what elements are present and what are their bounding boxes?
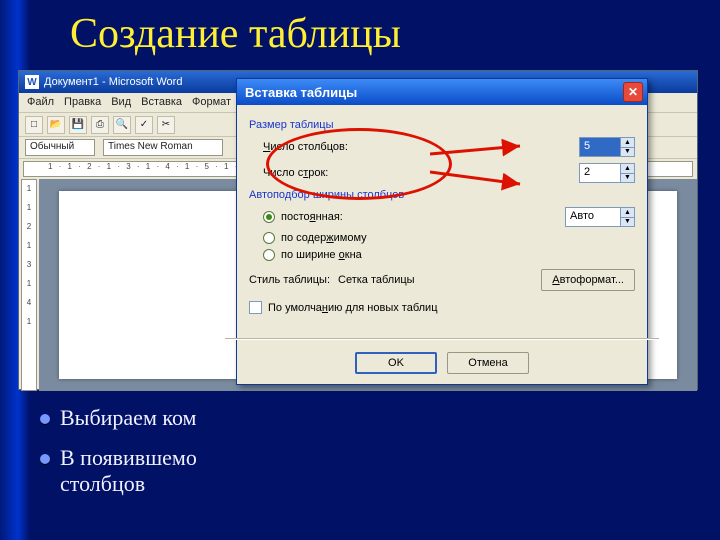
rows-label: Число строк: [263, 167, 579, 179]
radio-content-label: по содержимому [281, 232, 367, 244]
open-icon[interactable]: 📂 [47, 116, 65, 134]
bullet-item: Выбираем ком [40, 405, 197, 431]
bullet-dot-icon [40, 454, 50, 464]
print-icon[interactable]: ⎙ [91, 116, 109, 134]
radio-content[interactable] [263, 232, 275, 244]
table-style-label: Стиль таблицы: [249, 274, 330, 286]
menu-format[interactable]: Формат [192, 96, 231, 109]
cols-spinner[interactable]: 5 ▲▼ [579, 137, 635, 157]
cancel-button[interactable]: Отмена [447, 352, 529, 374]
close-icon[interactable]: ✕ [623, 82, 643, 102]
bullet-text: Выбираем ком [60, 405, 196, 431]
font-combo[interactable]: Times New Roman [103, 139, 223, 156]
dialog-title-text: Вставка таблицы [245, 85, 357, 100]
spell-icon[interactable]: ✓ [135, 116, 153, 134]
preview-icon[interactable]: 🔍 [113, 116, 131, 134]
table-style-value: Сетка таблицы [338, 274, 415, 286]
fixed-width-spinner[interactable]: Авто ▲▼ [565, 207, 635, 227]
ok-button[interactable]: OK [355, 352, 437, 374]
save-icon[interactable]: 💾 [69, 116, 87, 134]
menu-edit[interactable]: Правка [64, 96, 101, 109]
default-checkbox[interactable] [249, 301, 262, 314]
chevron-down-icon[interactable]: ▼ [620, 174, 634, 183]
radio-fixed-label: постоянная: [281, 211, 559, 223]
radio-window[interactable] [263, 249, 275, 261]
fixed-width-value[interactable]: Авто [566, 208, 620, 226]
autoformat-button[interactable]: Автоформат... [541, 269, 635, 291]
cols-value[interactable]: 5 [580, 138, 620, 156]
default-checkbox-label: По умолчанию для новых таблиц [268, 302, 438, 314]
rows-spinner[interactable]: 2 ▲▼ [579, 163, 635, 183]
bullet-text: В появившемо столбцов [60, 445, 197, 497]
menu-insert[interactable]: Вставка [141, 96, 182, 109]
chevron-down-icon[interactable]: ▼ [620, 148, 634, 157]
dialog-separator [225, 338, 659, 340]
cols-label: Число столбцов: [263, 141, 579, 153]
radio-fixed[interactable] [263, 211, 275, 223]
ruler-vertical: 11 21 31 41 [21, 179, 37, 391]
chevron-down-icon[interactable]: ▼ [620, 218, 634, 227]
group-autofit-label: Автоподбор ширины столбцов [249, 189, 635, 201]
word-title-text: Документ1 - Microsoft Word [44, 76, 182, 88]
style-combo[interactable]: Обычный [25, 139, 95, 156]
slide-title: Создание таблицы [70, 10, 401, 58]
word-app-icon: W [25, 75, 39, 89]
menu-view[interactable]: Вид [111, 96, 131, 109]
cut-icon[interactable]: ✂ [157, 116, 175, 134]
group-size-label: Размер таблицы [249, 119, 635, 131]
radio-window-label: по ширине окна [281, 249, 362, 261]
menu-file[interactable]: Файл [27, 96, 54, 109]
new-doc-icon[interactable]: □ [25, 116, 43, 134]
bullet-dot-icon [40, 414, 50, 424]
chevron-up-icon[interactable]: ▲ [620, 208, 634, 218]
insert-table-dialog: Вставка таблицы ✕ Размер таблицы Число с… [236, 78, 648, 385]
bullet-item: В появившемо столбцов [40, 445, 197, 497]
rows-value[interactable]: 2 [580, 164, 620, 182]
chevron-up-icon[interactable]: ▲ [620, 138, 634, 148]
chevron-up-icon[interactable]: ▲ [620, 164, 634, 174]
dialog-titlebar: Вставка таблицы ✕ [237, 79, 647, 105]
bullet-list: Выбираем ком В появившемо столбцов [40, 405, 197, 511]
